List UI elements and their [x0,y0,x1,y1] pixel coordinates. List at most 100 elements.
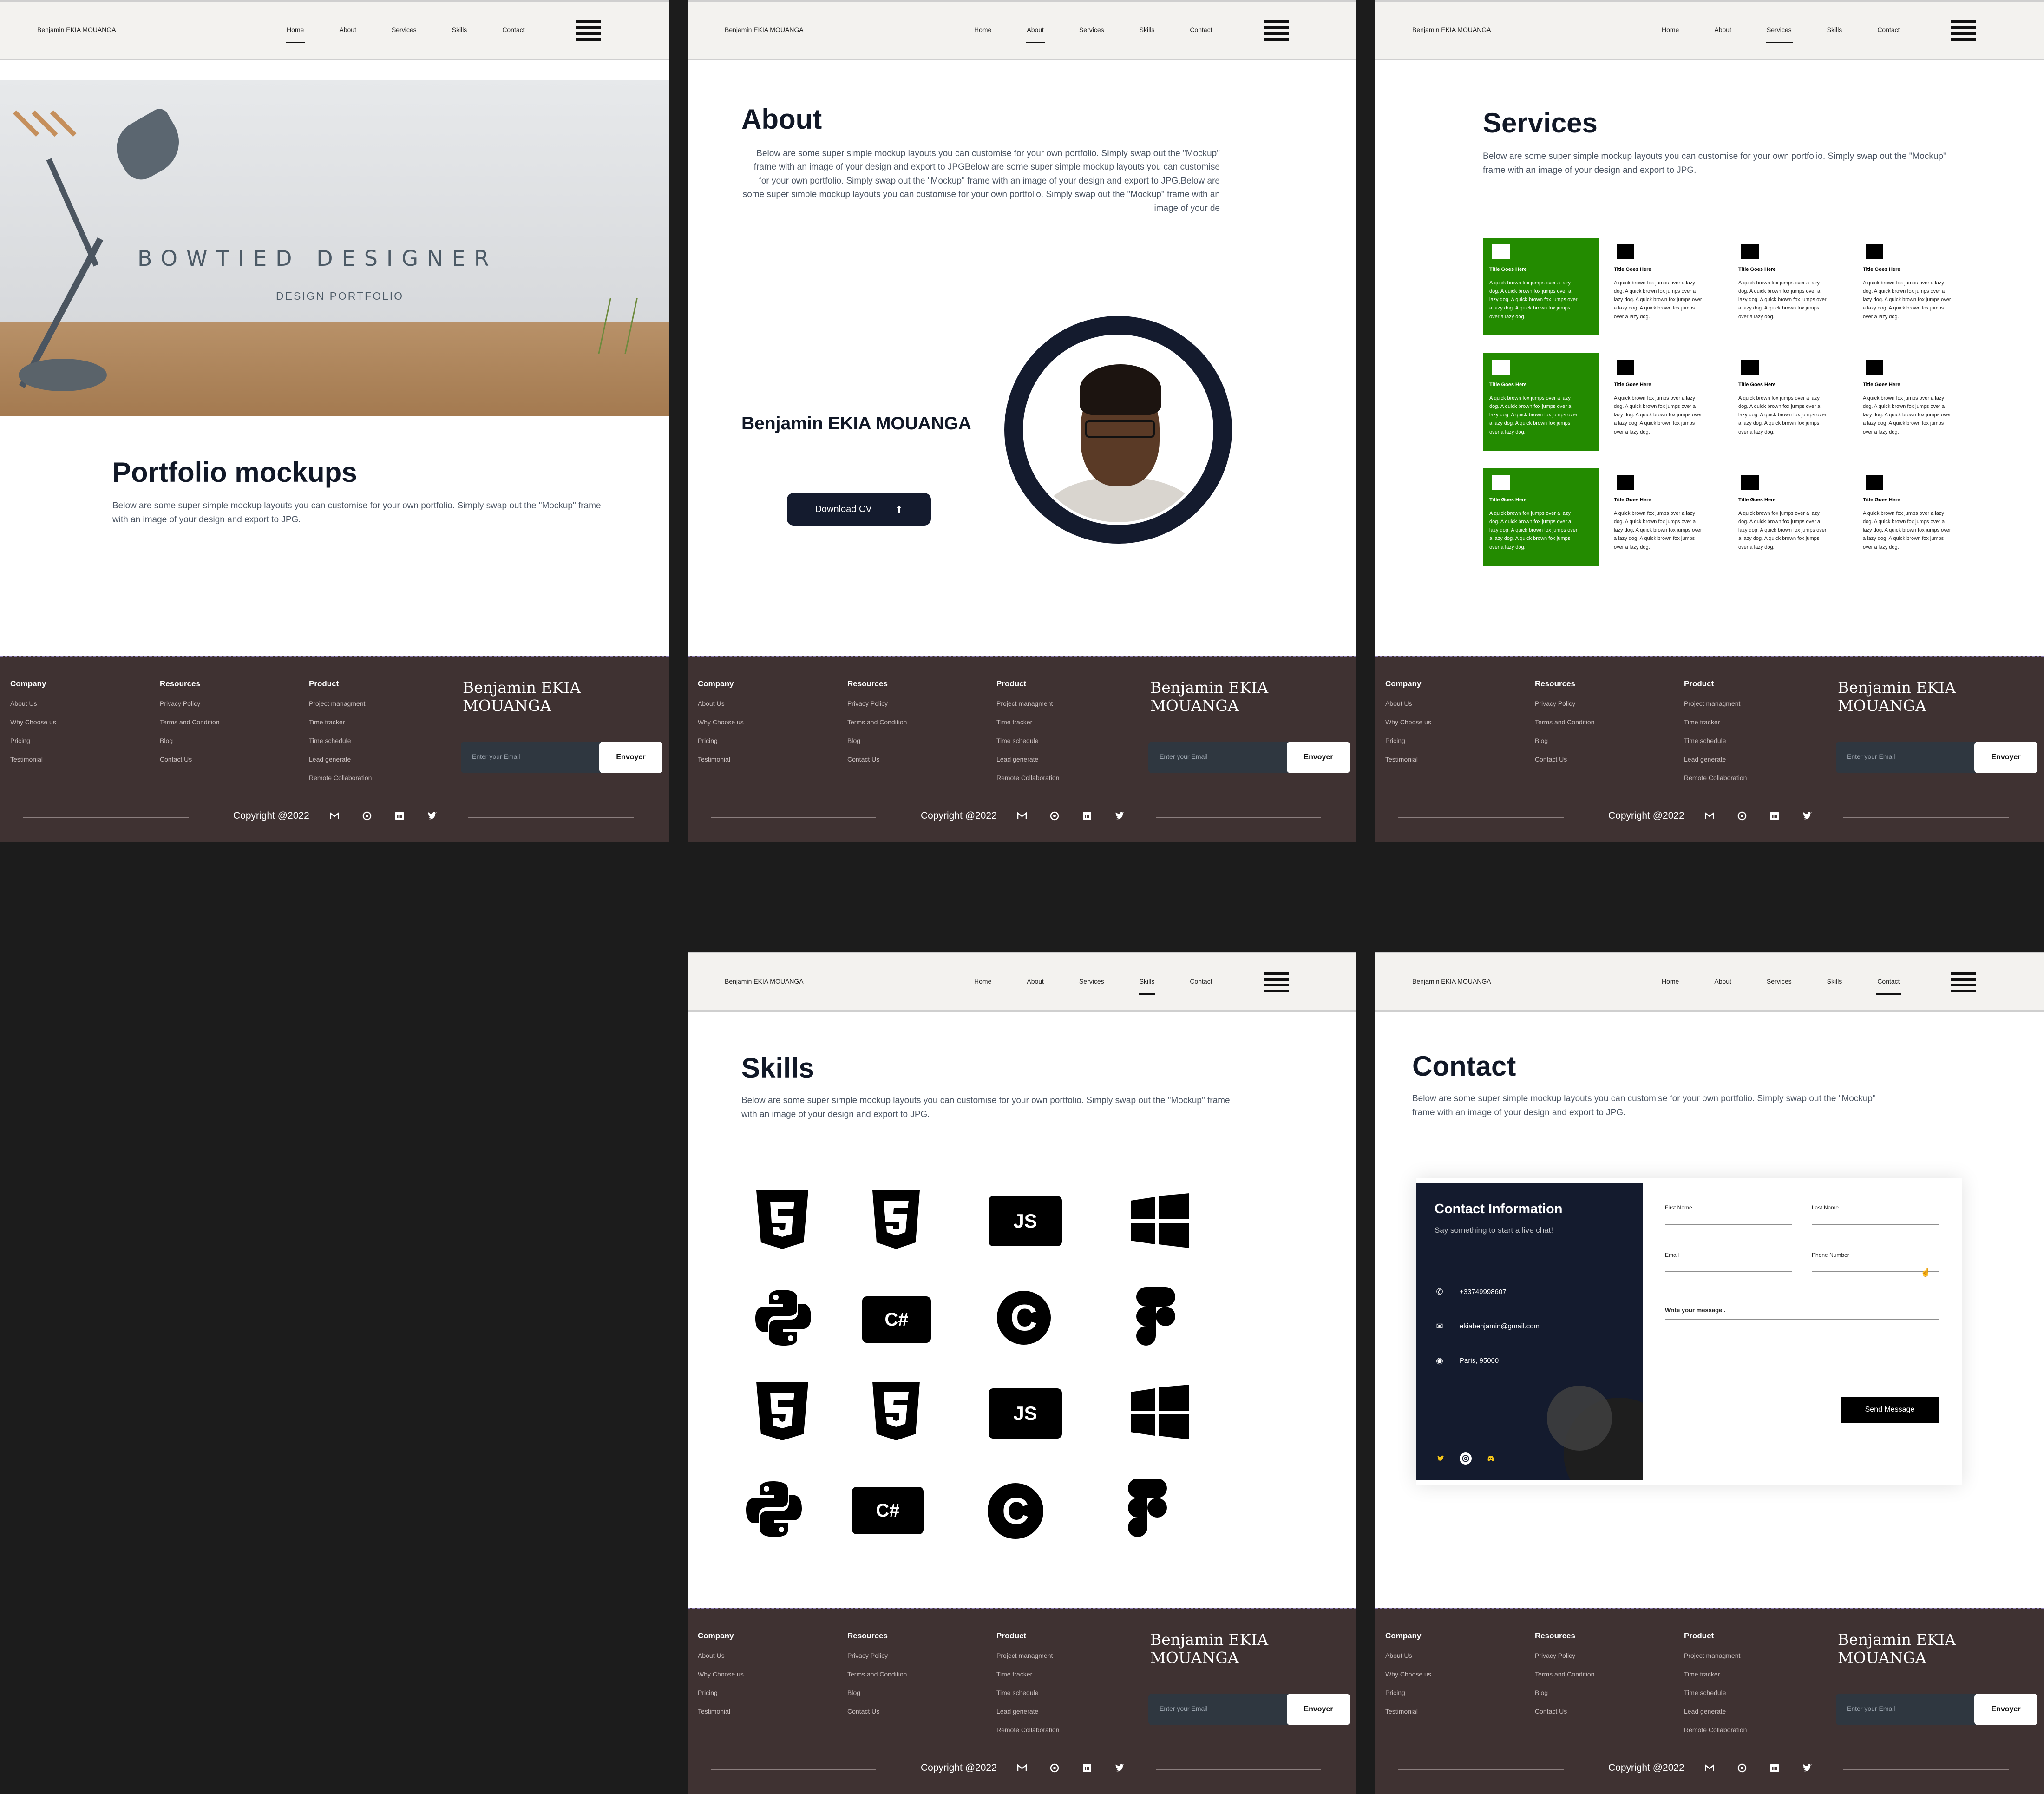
hamburger-menu-icon[interactable] [1951,972,1976,992]
footer-link[interactable]: Why Choose us [698,1670,744,1678]
envoyer-button[interactable]: Envoyer [599,742,662,773]
nav-contact[interactable]: Contact [502,26,524,33]
header-brand[interactable]: Benjamin EKIA MOUANGA [1412,26,1491,33]
download-cv-button[interactable]: Download CV ⬆ [787,493,931,526]
footer-link[interactable]: Contact Us [847,1708,907,1715]
service-card[interactable]: Title Goes Here A quick brown fox jumps o… [1856,238,1972,335]
footer-link[interactable]: Contact Us [160,756,219,763]
footer-link[interactable]: Blog [160,737,219,744]
github-icon[interactable] [1736,1762,1748,1774]
twitter-icon[interactable] [1802,810,1813,821]
email-input[interactable]: Enter your Email [1847,753,1895,760]
footer-link[interactable]: Pricing [1385,1689,1431,1696]
footer-link[interactable]: About Us [698,700,744,707]
footer-link[interactable]: Pricing [1385,737,1431,744]
gmail-icon[interactable] [1704,810,1715,821]
nav-home[interactable]: Home [1662,26,1679,33]
footer-link[interactable]: Testimonial [698,1708,744,1715]
footer-link[interactable]: Time schedule [996,737,1059,744]
hamburger-menu-icon[interactable] [576,20,601,41]
last-name-field[interactable]: Last Name [1812,1204,1939,1225]
nav-skills[interactable]: Skills [1140,26,1155,33]
nav-about[interactable]: About [1714,978,1731,985]
nav-contact[interactable]: Contact [1190,978,1212,985]
footer-link[interactable]: Remote Collaboration [996,1726,1059,1734]
footer-link[interactable]: Lead generate [996,1708,1059,1715]
footer-link[interactable]: About Us [1385,700,1431,707]
footer-link[interactable]: Terms and Condition [1535,718,1594,726]
instagram-icon[interactable] [1460,1452,1472,1465]
message-field[interactable]: Write your message.. [1665,1307,1939,1320]
service-card[interactable]: Title Goes Here A quick brown fox jumps o… [1607,353,1723,451]
footer-link[interactable]: Pricing [698,1689,744,1696]
nav-services[interactable]: Services [392,26,417,33]
footer-link[interactable]: Blog [847,1689,907,1696]
service-card[interactable]: Title Goes Here A quick brown fox jumps o… [1856,353,1972,451]
send-message-button[interactable]: Send Message [1841,1397,1939,1423]
github-icon[interactable] [1049,1762,1060,1774]
gmail-icon[interactable] [1016,1762,1028,1774]
footer-link[interactable]: Pricing [10,737,56,744]
footer-link[interactable]: Terms and Condition [847,1670,907,1678]
footer-link[interactable]: Remote Collaboration [1684,1726,1747,1734]
service-card[interactable]: Title Goes Here A quick brown fox jumps o… [1856,468,1972,566]
first-name-field[interactable]: First Name [1665,1204,1792,1225]
footer-link[interactable]: Time tracker [1684,1670,1747,1678]
twitter-icon[interactable] [426,810,438,821]
footer-link[interactable]: Remote Collaboration [996,774,1059,782]
email-input[interactable]: Enter your Email [1160,753,1207,760]
footer-link[interactable]: Privacy Policy [847,1652,907,1659]
linkedin-icon[interactable] [394,810,405,821]
nav-about[interactable]: About [1714,26,1731,33]
envoyer-button[interactable]: Envoyer [1974,742,2037,773]
footer-link[interactable]: Contact Us [1535,756,1594,763]
footer-link[interactable]: Time schedule [1684,737,1747,744]
email-input[interactable]: Enter your Email [472,753,520,760]
footer-link[interactable]: Privacy Policy [160,700,219,707]
footer-link[interactable]: Contact Us [1535,1708,1594,1715]
footer-link[interactable]: Terms and Condition [847,718,907,726]
hamburger-menu-icon[interactable] [1951,20,1976,41]
footer-link[interactable]: About Us [1385,1652,1431,1659]
footer-link[interactable]: Privacy Policy [1535,700,1594,707]
hamburger-menu-icon[interactable] [1264,972,1289,992]
service-card[interactable]: Title Goes Here A quick brown fox jumps o… [1607,468,1723,566]
service-card[interactable]: Title Goes Here A quick brown fox jumps o… [1483,238,1599,335]
nav-contact[interactable]: Contact [1877,26,1900,33]
nav-skills[interactable]: Skills [452,26,467,33]
footer-link[interactable]: Lead generate [1684,1708,1747,1715]
linkedin-icon[interactable] [1081,1762,1093,1774]
nav-contact[interactable]: Contact [1190,26,1212,33]
nav-skills[interactable]: Skills [1827,978,1842,985]
footer-link[interactable]: Remote Collaboration [1684,774,1747,782]
gmail-icon[interactable] [1016,810,1028,821]
footer-link[interactable]: Testimonial [698,756,744,763]
nav-skills[interactable]: Skills [1138,978,1155,995]
footer-link[interactable]: Time schedule [1684,1689,1747,1696]
nav-services[interactable]: Services [1079,26,1104,33]
footer-link[interactable]: Project managment [996,700,1059,707]
footer-link[interactable]: Terms and Condition [160,718,219,726]
twitter-icon[interactable] [1802,1762,1813,1774]
nav-about[interactable]: About [339,26,356,33]
linkedin-icon[interactable] [1769,1762,1780,1774]
service-card[interactable]: Title Goes Here A quick brown fox jumps o… [1483,468,1599,566]
envoyer-button[interactable]: Envoyer [1974,1694,2037,1725]
footer-link[interactable]: Why Choose us [1385,1670,1431,1678]
footer-link[interactable]: About Us [698,1652,744,1659]
footer-link[interactable]: Time tracker [996,718,1059,726]
footer-link[interactable]: Testimonial [10,756,56,763]
footer-link[interactable]: Time tracker [1684,718,1747,726]
hamburger-menu-icon[interactable] [1264,20,1289,41]
service-card[interactable]: Title Goes Here A quick brown fox jumps o… [1607,238,1723,335]
twitter-icon[interactable] [1114,810,1125,821]
service-card[interactable]: Title Goes Here A quick brown fox jumps o… [1732,353,1848,451]
footer-link[interactable]: Why Choose us [698,718,744,726]
nav-home[interactable]: Home [974,26,991,33]
nav-about[interactable]: About [1026,26,1045,43]
email-field[interactable]: Email [1665,1252,1792,1272]
footer-link[interactable]: Blog [847,737,907,744]
footer-link[interactable]: Project managment [1684,1652,1747,1659]
footer-link[interactable]: Lead generate [1684,756,1747,763]
header-brand[interactable]: Benjamin EKIA MOUANGA [725,26,804,33]
